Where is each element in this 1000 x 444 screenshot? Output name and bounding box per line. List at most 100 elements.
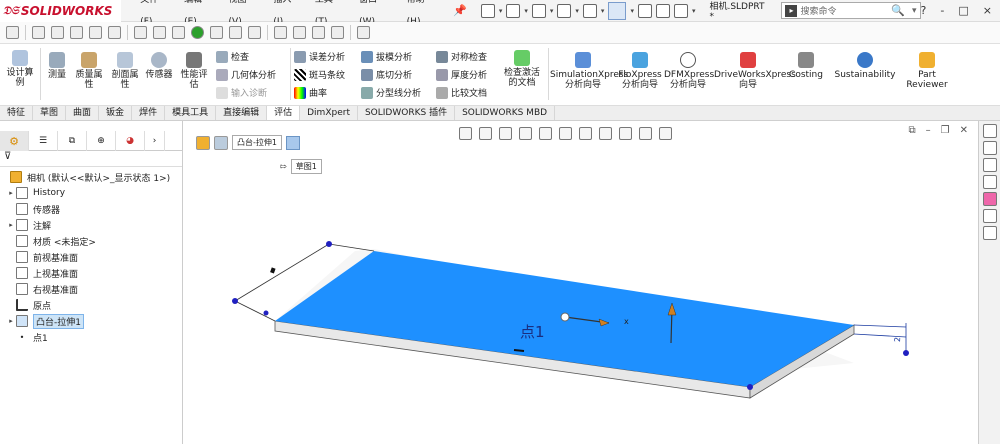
table-icon[interactable] xyxy=(331,26,344,39)
search-icon[interactable]: 🔍 xyxy=(891,4,905,17)
chevron-down-icon[interactable]: ▾ xyxy=(499,7,503,15)
chevron-down-icon[interactable]: ▾ xyxy=(630,7,634,15)
tree-item-annotations[interactable]: ▸ 注解 xyxy=(0,217,182,233)
maximize-button[interactable]: □ xyxy=(958,4,968,17)
tree-item-history[interactable]: ▸ History xyxy=(0,185,182,201)
section-properties-button[interactable]: 剖面属性 xyxy=(108,52,142,90)
ruler-icon[interactable] xyxy=(6,26,19,39)
tree-item-sensors[interactable]: 传感器 xyxy=(0,201,182,217)
file-explorer-icon[interactable] xyxy=(982,158,997,172)
shape-icon[interactable] xyxy=(210,26,223,39)
tree-root[interactable]: 相机 (默认<<默认>_显示状态 1>) xyxy=(0,169,182,185)
target-icon[interactable] xyxy=(248,26,261,39)
cube-icon[interactable] xyxy=(153,26,166,39)
search-scope-icon[interactable]: ▸ xyxy=(785,4,798,17)
rebuild-icon[interactable] xyxy=(637,3,652,18)
tree-item-top-plane[interactable]: 上视基准面 xyxy=(0,265,182,281)
tree-item-point[interactable]: • 点1 xyxy=(0,329,182,345)
sensor-button[interactable]: 传感器 xyxy=(143,52,175,80)
zebra-stripes-button[interactable]: 斑马条纹 xyxy=(294,68,345,81)
point-label[interactable]: 点1 xyxy=(520,321,545,342)
tab-sketch[interactable]: 草图 xyxy=(33,106,67,120)
chevron-down-icon[interactable]: ▾ xyxy=(912,6,917,16)
vertex-handle[interactable] xyxy=(326,241,332,247)
forum-icon[interactable] xyxy=(982,226,997,240)
dimxpert-manager-tab-icon[interactable]: ⊕ xyxy=(87,131,116,151)
floxpress-button[interactable]: FloXpress 分析向导 xyxy=(618,52,662,90)
filter-icon[interactable]: ⊽ xyxy=(0,151,182,167)
tree-item-material[interactable]: 材质 <未指定> xyxy=(0,233,182,249)
tree-item-front-plane[interactable]: 前视基准面 xyxy=(0,249,182,265)
grid-icon[interactable] xyxy=(312,26,325,39)
tree-item-right-plane[interactable]: 右视基准面 xyxy=(0,281,182,297)
pin-icon[interactable]: 📌 xyxy=(453,4,467,17)
gear-icon[interactable] xyxy=(134,26,147,39)
chevron-down-icon[interactable]: ▾ xyxy=(601,7,605,15)
point-marker[interactable] xyxy=(560,312,570,322)
minimize-button[interactable]: - xyxy=(940,4,944,17)
geometry-analysis-button[interactable]: 几何体分析 xyxy=(216,68,276,81)
parting-line-analysis-button[interactable]: 分型线分析 xyxy=(361,86,421,99)
configuration-manager-tab-icon[interactable]: ⧉ xyxy=(58,131,87,151)
chevron-down-icon[interactable]: ▾ xyxy=(575,7,579,15)
undo-icon[interactable] xyxy=(582,3,597,18)
mass-properties-button[interactable]: 质量属性 xyxy=(72,52,106,90)
custom-properties-icon[interactable] xyxy=(982,209,997,223)
chevron-right-icon[interactable]: ▸ xyxy=(6,221,16,229)
tab-dimxpert[interactable]: DimXpert xyxy=(300,106,358,120)
design-library-icon[interactable] xyxy=(982,141,997,155)
pattern-icon[interactable] xyxy=(229,26,242,39)
vertex-handle[interactable] xyxy=(232,298,238,304)
bowl-icon[interactable] xyxy=(172,26,185,39)
simulationxpress-button[interactable]: SimulationXpress 分析向导 xyxy=(550,52,628,90)
graphics-area[interactable]: 凸台-拉伸1 ⇰ 草图1 ⧉ – ❐ ✕ 点1 x 2 xyxy=(184,121,976,444)
tab-mold-tools[interactable]: 模具工具 xyxy=(165,106,217,120)
model-viewport[interactable] xyxy=(184,121,976,444)
view-icon[interactable] xyxy=(89,26,102,39)
options-gear-icon[interactable] xyxy=(673,3,688,18)
file-properties-icon[interactable] xyxy=(655,3,670,18)
feature-manager-tab-icon[interactable]: ⚙ xyxy=(0,131,29,151)
chevron-right-icon[interactable]: ▸ xyxy=(6,189,16,197)
design-study-button[interactable]: 设计算例 xyxy=(4,50,36,88)
tab-surfaces[interactable]: 曲面 xyxy=(66,106,100,120)
tab-solidworks-addins[interactable]: SOLIDWORKS 插件 xyxy=(358,106,456,120)
deviation-analysis-button[interactable]: 误差分析 xyxy=(294,50,345,63)
sustainability-button[interactable]: Sustainability xyxy=(834,52,896,80)
thickness-analysis-button[interactable]: 厚度分析 xyxy=(436,68,487,81)
tab-direct-editing[interactable]: 直接编辑 xyxy=(216,106,268,120)
chevron-down-icon[interactable]: ▾ xyxy=(550,7,554,15)
chevron-right-icon[interactable]: ▸ xyxy=(6,317,16,325)
part-reviewer-button[interactable]: Part Reviewer xyxy=(902,52,952,90)
tab-sheet-metal[interactable]: 钣金 xyxy=(99,106,133,120)
curvature-button[interactable]: 曲率 xyxy=(294,86,327,99)
compare-documents-button[interactable]: 比较文档 xyxy=(436,86,487,99)
view-icon[interactable] xyxy=(51,26,64,39)
import-diagnostics-button[interactable]: 输入诊断 xyxy=(216,86,267,99)
solidworks-logo[interactable]: 𝔇𝔖 SOLIDWORKS xyxy=(0,0,122,22)
new-icon[interactable] xyxy=(480,3,495,18)
appearances-icon[interactable] xyxy=(982,192,997,206)
tab-evaluate[interactable]: 评估 xyxy=(267,106,301,120)
driveworksxpress-button[interactable]: DriveWorksXpress 向导 xyxy=(714,52,796,90)
chevron-down-icon[interactable]: ▾ xyxy=(692,7,696,15)
vertex-handle[interactable] xyxy=(263,310,269,316)
undercut-analysis-button[interactable]: 底切分析 xyxy=(361,68,412,81)
symmetry-check-button[interactable]: 对称检查 xyxy=(436,50,487,63)
performance-evaluation-button[interactable]: 性能评估 xyxy=(178,52,210,90)
vertex-handle[interactable] xyxy=(903,350,909,356)
home-icon[interactable] xyxy=(982,124,997,138)
display-manager-tab-icon[interactable]: ◕ xyxy=(116,131,145,151)
draft-analysis-button[interactable]: 拔模分析 xyxy=(361,50,412,63)
print-icon[interactable] xyxy=(557,3,572,18)
tree-item-origin[interactable]: 原点 xyxy=(0,297,182,313)
view-icon[interactable] xyxy=(108,26,121,39)
open-icon[interactable] xyxy=(506,3,521,18)
view-icon[interactable] xyxy=(70,26,83,39)
tab-weldments[interactable]: 焊件 xyxy=(132,106,166,120)
tab-features[interactable]: 特征 xyxy=(0,106,34,120)
location-icon[interactable] xyxy=(191,26,204,39)
document-icon[interactable] xyxy=(357,26,370,39)
costing-button[interactable]: Costing xyxy=(784,52,828,80)
search-icon[interactable] xyxy=(274,26,287,39)
